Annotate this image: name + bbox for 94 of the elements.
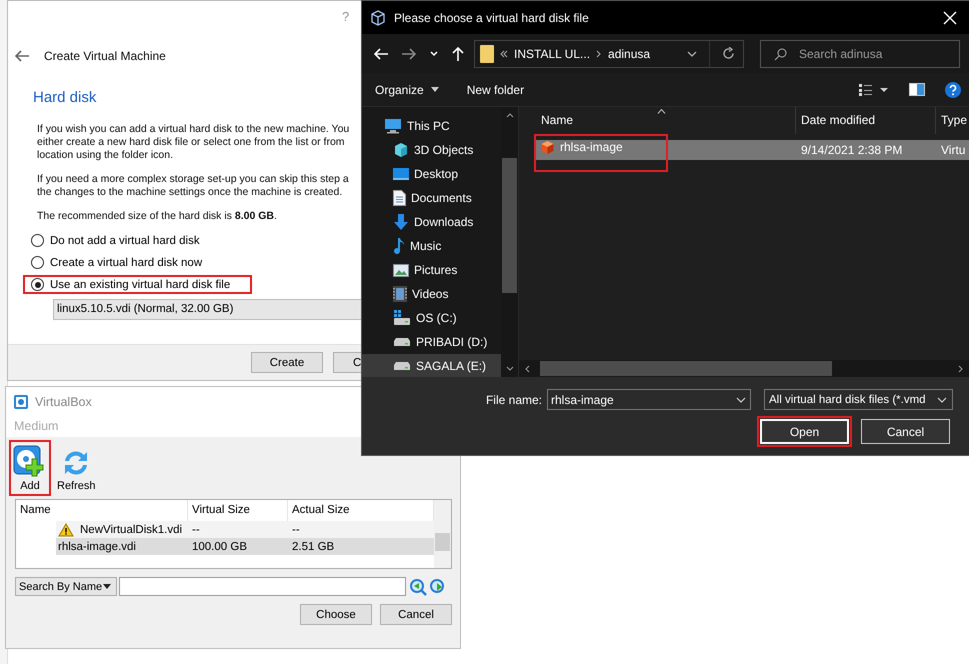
description-text: either create a new hard disk file or select one from the list or from — [37, 136, 346, 149]
file-type-dropdown[interactable]: All virtual hard disk files (*.vmd — [764, 389, 953, 410]
down-arrow-icon — [393, 214, 409, 230]
nav-item[interactable]: Documents — [362, 186, 501, 210]
file-name-label: File name: — [486, 392, 542, 406]
dialog-button[interactable]: Cancel — [380, 604, 452, 625]
description-text: If you need a more complex storage set-up you can skip this step a — [37, 173, 350, 186]
table-cell-text: -- — [291, 522, 301, 538]
monitor-icon — [393, 167, 409, 181]
address-bar[interactable]: INSTALL UL... adinusa — [474, 40, 744, 68]
view-options-icon[interactable] — [859, 84, 889, 96]
radio-option[interactable]: Do not add a virtual hard disk — [31, 234, 200, 247]
scrollbar[interactable] — [519, 360, 969, 377]
search-mode-dropdown[interactable]: Search By Name — [15, 577, 117, 596]
command-button[interactable]: Organize — [371, 82, 443, 96]
table-cell: rhlsa-image.vdi — [58, 540, 136, 552]
window-title: VirtualBox — [35, 395, 92, 409]
sort-caret-icon — [657, 109, 666, 114]
drive-icon — [393, 361, 411, 371]
document-icon — [393, 190, 406, 206]
dialog-button[interactable]: Cancel — [861, 419, 950, 444]
picture-icon — [393, 264, 409, 276]
file-name-field[interactable]: rhlsa-image — [547, 389, 751, 410]
file-name: rhlsa-image — [560, 140, 623, 154]
nav-item[interactable]: Downloads — [362, 210, 501, 234]
chevron-right-icon — [596, 50, 602, 58]
search-field[interactable]: Search adinusa — [760, 40, 960, 68]
preview-pane-icon[interactable] — [909, 83, 925, 96]
dialog-button[interactable]: Choose — [300, 604, 372, 625]
toolbar-button[interactable]: Refresh — [55, 444, 98, 494]
app-icon — [13, 394, 29, 410]
column-header[interactable]: Name — [519, 107, 796, 134]
refresh-icon — [722, 47, 735, 60]
scroll-down-icon[interactable] — [506, 366, 514, 371]
breadcrumb-item[interactable]: adinusa — [608, 46, 650, 60]
table-cell-text: 2.51 GB — [291, 540, 336, 554]
cube-icon — [370, 10, 386, 26]
scroll-up-icon[interactable] — [506, 113, 514, 118]
column-header[interactable]: Date modified — [796, 107, 936, 134]
scroll-left-icon[interactable] — [525, 364, 530, 372]
nav-item[interactable]: This PC — [362, 114, 501, 138]
table-cell-text: -- — [191, 522, 201, 538]
description-text: the changes to the machine settings once the machine is created. — [37, 186, 344, 199]
table-cell: NewVirtualDisk1.vdi — [80, 524, 182, 536]
chevron-down-icon — [937, 396, 947, 402]
table-cell-text: 100.00 GB — [191, 540, 248, 554]
search-back-icon[interactable] — [409, 578, 427, 596]
close-icon[interactable] — [943, 10, 957, 24]
wizard-title: Create Virtual Machine — [44, 49, 166, 63]
drive-icon — [393, 310, 411, 326]
file-row[interactable]: rhlsa-image 9/14/2021 2:38 PM Virtu — [534, 134, 969, 172]
dialog-title: Please choose a virtual hard disk file — [394, 10, 589, 24]
dialog-button[interactable]: Create — [251, 352, 323, 373]
dropdown-arrow-icon — [430, 87, 439, 92]
folder-icon — [480, 44, 494, 62]
dialog-button[interactable]: Open — [760, 419, 849, 444]
chevron-down-icon[interactable] — [736, 397, 746, 403]
nav-item[interactable]: Pictures — [362, 258, 501, 282]
file-date: 9/14/2021 2:38 PM — [800, 142, 904, 159]
up-arrow-icon[interactable] — [452, 46, 464, 60]
toolbar-button[interactable]: Add — [11, 442, 49, 494]
command-button[interactable]: New folder — [462, 82, 528, 96]
page-heading: Hard disk — [33, 89, 98, 106]
search-field[interactable] — [119, 577, 406, 596]
breadcrumb-item[interactable]: INSTALL UL... — [514, 46, 590, 60]
drive-icon — [393, 337, 411, 347]
nav-item[interactable]: Music — [362, 234, 501, 258]
film-icon — [393, 286, 407, 302]
column-header[interactable]: Type — [936, 107, 969, 134]
help-icon[interactable] — [945, 82, 961, 98]
search-forward-icon[interactable] — [429, 578, 447, 596]
dropdown-arrow-icon — [103, 584, 111, 589]
nav-item[interactable]: PRIBADI (D:) — [362, 330, 501, 354]
radio-option[interactable]: Use an existing virtual hard disk file — [31, 278, 230, 291]
box-icon — [540, 140, 555, 154]
forward-arrow-icon[interactable] — [402, 48, 416, 60]
description-text: If you wish you can add a virtual hard disk to the new machine. You — [37, 123, 350, 136]
nav-item[interactable]: SAGALA (E:) — [362, 354, 501, 378]
file-type: Virtu — [940, 142, 966, 159]
description-text: location using the folder icon. — [37, 149, 174, 162]
column-header[interactable]: Virtual Size — [188, 500, 288, 521]
search-icon — [774, 48, 787, 60]
music-note-icon — [393, 238, 405, 254]
scroll-right-icon[interactable] — [958, 364, 963, 372]
chevron-down-icon — [687, 50, 697, 56]
scrollbar[interactable] — [434, 500, 451, 568]
double-chevron-icon — [500, 50, 508, 58]
cube-icon — [393, 142, 409, 158]
radio-option[interactable]: Create a virtual hard disk now — [31, 256, 202, 269]
monitor-icon — [384, 118, 402, 134]
description-text: The recommended size of the hard disk is 8.00 GB. — [37, 210, 278, 223]
nav-item[interactable]: 3D Objects — [362, 138, 501, 162]
column-header[interactable]: Name — [16, 500, 188, 521]
nav-item[interactable]: Desktop — [362, 162, 501, 186]
